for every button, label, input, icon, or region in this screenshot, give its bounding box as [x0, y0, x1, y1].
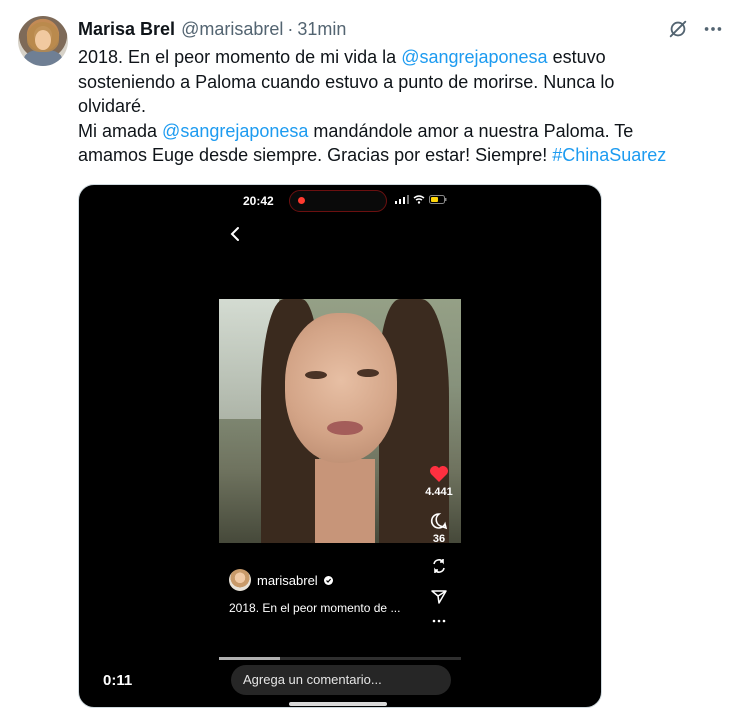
hashtag-link[interactable]: #ChinaSuarez — [552, 145, 666, 165]
text-segment: Mi amada — [78, 120, 163, 141]
grok-icon[interactable] — [667, 18, 689, 40]
text-line: sosteniendo a Paloma cuando estuvo a pun… — [78, 71, 615, 92]
more-options-icon — [432, 619, 446, 623]
status-icons — [395, 195, 447, 204]
comments-count: 36 — [432, 533, 446, 545]
verified-icon — [323, 575, 333, 585]
separator-dot: · — [287, 18, 294, 39]
battery-icon — [429, 195, 447, 204]
text-segment: 2018. En el peor momento de mi vida la — [78, 47, 402, 67]
tweet-header: Marisa Brel @marisabrel · 31min — [78, 18, 346, 40]
video-progress-bar — [219, 657, 461, 660]
author-avatar[interactable] — [18, 16, 68, 66]
phone-screenshot: 20:42 4.441 36 marisabrel 2018. En el pe… — [219, 185, 461, 707]
back-chevron-icon — [230, 227, 239, 241]
text-segment: amamos Euge desde siempre. Gracias por e… — [78, 145, 553, 165]
home-indicator — [289, 702, 387, 706]
video-progress-fill — [219, 657, 280, 660]
video-user-row: marisabrel — [229, 569, 333, 591]
tweet[interactable]: Marisa Brel @marisabrel · 31min 2018. En… — [0, 0, 742, 718]
heart-icon — [430, 466, 448, 482]
video-player[interactable]: 20:42 4.441 36 marisabrel 2018. En el pe… — [78, 184, 602, 708]
signal-icon — [395, 195, 409, 204]
video-duration: 0:11 — [103, 672, 133, 689]
tweet-text: 2018. En el peor momento de mi vida la @… — [78, 45, 728, 168]
mention-link[interactable]: @sangrejaponesa — [162, 121, 308, 141]
dynamic-island — [289, 190, 387, 212]
likes-count: 4.441 — [425, 486, 453, 498]
post-time[interactable]: 31min — [297, 19, 346, 40]
comment-bubble-icon — [430, 513, 448, 530]
text-line: olvidaré. — [78, 96, 147, 116]
comment-input: Agrega un comentario... — [231, 665, 451, 695]
text-segment: estuvo — [547, 47, 606, 67]
video-user-avatar — [229, 569, 251, 591]
recording-dot-icon — [298, 197, 305, 204]
repost-icon — [433, 559, 445, 573]
video-caption: 2018. En el peor momento de ... — [229, 601, 401, 615]
video-username: marisabrel — [257, 572, 318, 588]
text-segment: mandándole amor a nuestra Paloma. Te — [308, 120, 634, 141]
side-actions: 4.441 36 — [419, 465, 459, 623]
mention-link[interactable]: @sangrejaponesa — [401, 47, 547, 67]
status-time: 20:42 — [243, 194, 274, 208]
author-handle[interactable]: @marisabrel — [181, 19, 283, 40]
wifi-icon — [413, 195, 425, 204]
author-name[interactable]: Marisa Brel — [78, 19, 175, 40]
more-icon[interactable] — [702, 18, 724, 40]
share-icon — [431, 590, 447, 604]
